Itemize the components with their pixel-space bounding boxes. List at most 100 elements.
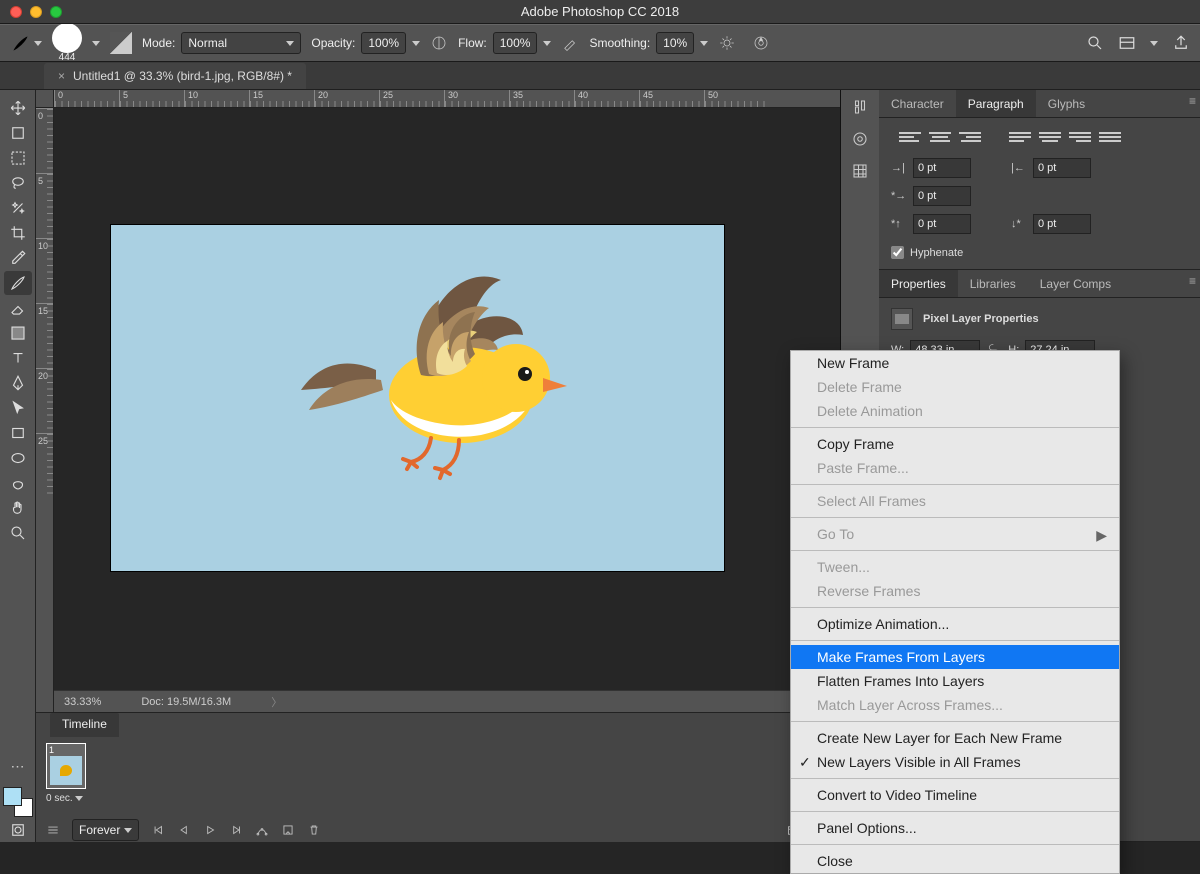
artboard[interactable]	[111, 225, 724, 571]
custom-shape-tool[interactable]	[4, 471, 32, 495]
justify-left[interactable]	[1009, 128, 1031, 146]
edit-toolbar[interactable]: ⋯	[4, 754, 32, 778]
menu-item[interactable]: New Frame	[791, 351, 1119, 375]
menu-item[interactable]: Optimize Animation...	[791, 612, 1119, 636]
align-left[interactable]	[899, 128, 921, 146]
frame-time[interactable]: 0 sec.	[46, 793, 830, 804]
timeline-menu-icon[interactable]	[46, 823, 60, 837]
menu-item[interactable]: Flatten Frames Into Layers	[791, 669, 1119, 693]
menu-item[interactable]: Copy Frame	[791, 432, 1119, 456]
align-right[interactable]	[959, 128, 981, 146]
chevron-down-icon[interactable]	[412, 41, 420, 46]
chevron-down-icon[interactable]	[543, 41, 551, 46]
space-after[interactable]	[1033, 214, 1091, 234]
workspace-icon[interactable]	[1118, 34, 1136, 52]
menu-item[interactable]: New Layers Visible in All Frames	[791, 750, 1119, 774]
next-frame-icon[interactable]	[229, 823, 243, 837]
play-icon[interactable]	[203, 823, 217, 837]
crop-tool[interactable]	[4, 221, 32, 245]
path-select-tool[interactable]	[4, 396, 32, 420]
type-tool[interactable]	[4, 346, 32, 370]
tab-libraries[interactable]: Libraries	[958, 270, 1028, 297]
justify-all[interactable]	[1099, 128, 1121, 146]
pressure-opacity-icon[interactable]	[430, 34, 448, 52]
ellipse-tool[interactable]	[4, 446, 32, 470]
pen-tool[interactable]	[4, 371, 32, 395]
flow-value[interactable]: 100%	[493, 32, 538, 54]
move-tool[interactable]	[4, 96, 32, 120]
doc-size[interactable]: Doc: 19.5M/16.3M	[141, 696, 231, 708]
chevron-down-icon[interactable]	[1150, 41, 1158, 46]
search-icon[interactable]	[1086, 34, 1104, 52]
justify-right[interactable]	[1069, 128, 1091, 146]
current-tool-brush[interactable]	[10, 31, 42, 55]
tab-properties[interactable]: Properties	[879, 270, 958, 297]
rectangle-tool[interactable]	[4, 421, 32, 445]
mode-label: Mode:	[142, 36, 175, 50]
align-center[interactable]	[929, 128, 951, 146]
ruler-origin[interactable]	[36, 90, 54, 108]
gradient-tool[interactable]	[4, 321, 32, 345]
chevron-down-icon[interactable]	[92, 41, 100, 46]
panel-menu-icon[interactable]: ≡	[1189, 94, 1196, 108]
first-frame-icon[interactable]	[151, 823, 165, 837]
mode-dropdown[interactable]: Normal	[181, 32, 301, 54]
timeline-tab[interactable]: Timeline	[50, 713, 119, 737]
smoothing-gear-icon[interactable]	[718, 34, 736, 52]
swatches-panel-icon[interactable]	[851, 130, 869, 148]
panel-menu-icon[interactable]: ≡	[1189, 274, 1196, 288]
zoom-level[interactable]: 33.33%	[64, 696, 101, 708]
prev-frame-icon[interactable]	[177, 823, 191, 837]
eyedropper-tool[interactable]	[4, 246, 32, 270]
ruler-horizontal[interactable]: 05101520253035404550	[54, 90, 840, 108]
indent-first[interactable]	[913, 186, 971, 206]
quickmask-tool[interactable]	[4, 818, 32, 842]
color-swatches[interactable]	[3, 787, 33, 817]
airbrush-icon[interactable]	[561, 34, 579, 52]
tab-layer-comps[interactable]: Layer Comps	[1028, 270, 1123, 297]
eraser-tool[interactable]	[4, 296, 32, 320]
share-icon[interactable]	[1172, 34, 1190, 52]
frame-thumb-1[interactable]: 1	[46, 743, 86, 789]
opacity-value[interactable]: 100%	[361, 32, 406, 54]
menu-item[interactable]: Close	[791, 849, 1119, 873]
lasso-tool[interactable]	[4, 171, 32, 195]
canvas-area[interactable]: 05101520253035404550 0510152025	[36, 90, 840, 842]
hyphenate-checkbox[interactable]: Hyphenate	[891, 246, 1188, 259]
first-line-icon: *→	[891, 190, 907, 202]
justify-center[interactable]	[1039, 128, 1061, 146]
patterns-panel-icon[interactable]	[851, 162, 869, 180]
menu-item[interactable]: Create New Layer for Each New Frame	[791, 726, 1119, 750]
chevron-down-icon[interactable]	[700, 41, 708, 46]
tab-paragraph[interactable]: Paragraph	[956, 90, 1036, 117]
hand-tool[interactable]	[4, 496, 32, 520]
tween-icon[interactable]	[255, 823, 269, 837]
magic-wand-tool[interactable]	[4, 196, 32, 220]
menu-item[interactable]: Make Frames From Layers	[791, 645, 1119, 669]
space-before[interactable]	[913, 214, 971, 234]
brushes-panel-icon[interactable]	[851, 98, 869, 116]
ruler-tick: 0	[36, 108, 53, 173]
tab-glyphs[interactable]: Glyphs	[1036, 90, 1097, 117]
indent-left[interactable]	[913, 158, 971, 178]
status-chevron[interactable]: 〉	[271, 694, 282, 710]
foreground-color[interactable]	[3, 787, 22, 806]
artboard-tool[interactable]	[4, 121, 32, 145]
zoom-tool[interactable]	[4, 521, 32, 545]
smoothing-value[interactable]: 10%	[656, 32, 694, 54]
document-tab[interactable]: × Untitled1 @ 33.3% (bird-1.jpg, RGB/8#)…	[44, 63, 306, 89]
pressure-size-icon[interactable]	[752, 34, 770, 52]
loop-dropdown[interactable]: Forever	[72, 819, 139, 841]
trash-icon[interactable]	[307, 823, 321, 837]
brush-preset[interactable]: 444	[52, 23, 82, 63]
close-tab-icon[interactable]: ×	[58, 69, 65, 83]
brush-tool[interactable]	[4, 271, 32, 295]
opacity-label: Opacity:	[311, 36, 355, 50]
menu-item[interactable]: Convert to Video Timeline	[791, 783, 1119, 807]
tab-character[interactable]: Character	[879, 90, 956, 117]
brush-settings-icon[interactable]	[110, 32, 132, 54]
indent-right[interactable]	[1033, 158, 1091, 178]
new-frame-icon[interactable]	[281, 823, 295, 837]
menu-item[interactable]: Panel Options...	[791, 816, 1119, 840]
marquee-tool[interactable]	[4, 146, 32, 170]
